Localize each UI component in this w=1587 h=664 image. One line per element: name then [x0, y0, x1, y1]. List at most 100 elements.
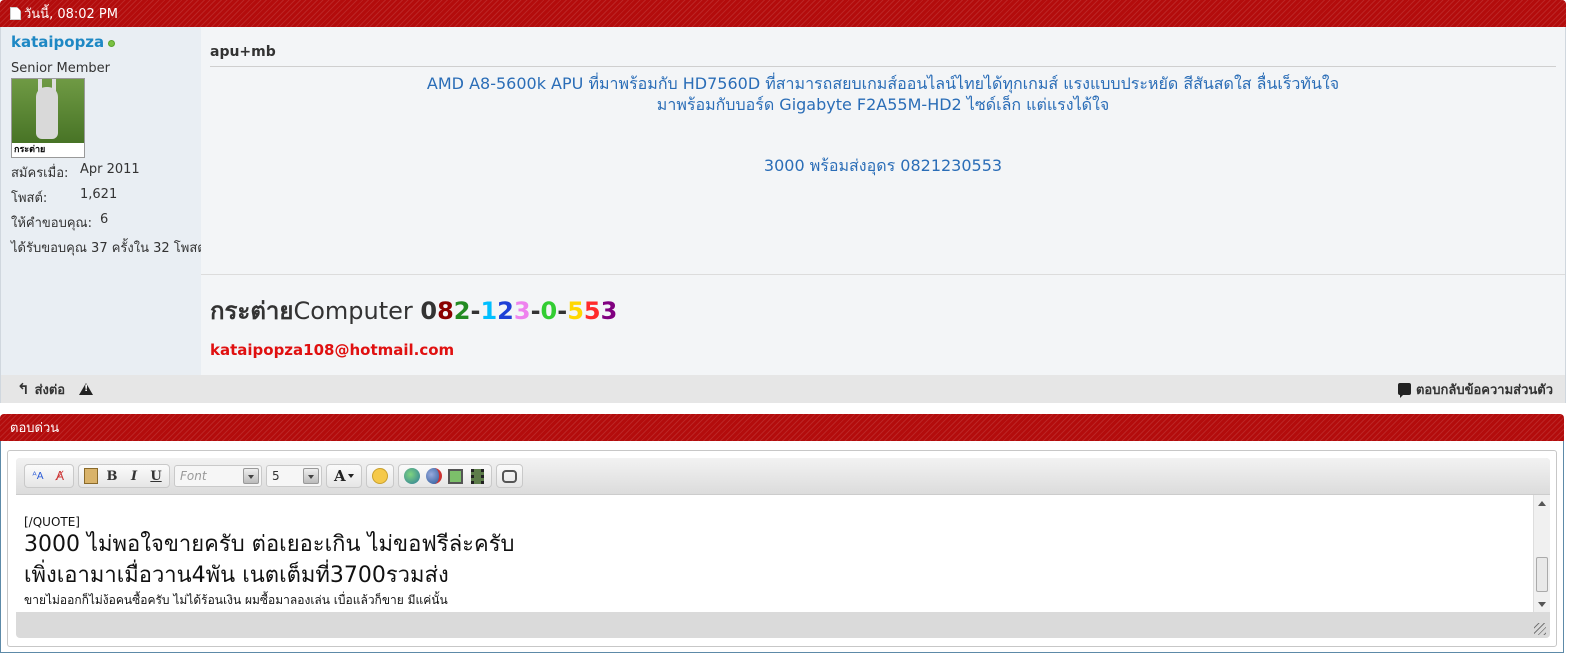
- forward-arrow-icon: ↰: [17, 380, 30, 398]
- scrollbar-thumb[interactable]: [1536, 557, 1548, 592]
- phone-digit: 5: [583, 297, 601, 325]
- signature-line: กระต่ายComputer 082-123-0-553: [210, 291, 617, 330]
- quick-reply-title: ตอบด่วน: [10, 421, 60, 436]
- document-icon: [10, 7, 21, 20]
- message-line: 3000 ไม่พอใจขายครับ ต่อเยอะเกิน ไม่ขอฟรี…: [24, 532, 515, 557]
- post-body: apu+mb AMD A8-5600k APU ที่มาพร้อมกับ HD…: [201, 27, 1565, 375]
- user-stat-row: สมัครเมื่อ: Apr 2011: [11, 162, 191, 183]
- phone-digit: -: [470, 297, 481, 325]
- resize-grip-icon[interactable]: [1534, 623, 1546, 635]
- quote-bubble-icon: [1397, 383, 1411, 398]
- bold-icon[interactable]: B: [102, 466, 122, 486]
- message-text: [/QUOTE] 3000 ไม่พอใจขายครับ ต่อเยอะเกิน…: [24, 515, 1524, 610]
- insert-image-icon[interactable]: [447, 468, 463, 484]
- user-stats: สมัครเมื่อ: Apr 2011 โพสต์: 1,621 ให้คำขอบคุ…: [11, 162, 191, 233]
- toolbar-group-color: A: [326, 464, 362, 488]
- user-stat-value: 1,621: [80, 187, 118, 202]
- font-select[interactable]: Font: [174, 465, 262, 487]
- post-date: วันนี้, 08:02 PM: [24, 7, 118, 22]
- user-stat-label: ให้คำขอบคุณ:: [11, 216, 92, 231]
- message-line: เพิ่งเอามาเมื่อวาน4พัน เนตเต็มที่3700รวม…: [24, 563, 449, 588]
- scrollbar[interactable]: [1533, 495, 1550, 612]
- post: kataipopza Senior Member กระต่าย สมัครเม…: [0, 27, 1566, 375]
- online-status-icon: [108, 40, 116, 47]
- post-title: apu+mb: [210, 44, 1556, 67]
- editor-toolbar: ᴬA A̸ B I U Font 5 A: [16, 458, 1550, 494]
- scroll-down-icon[interactable]: [1538, 602, 1546, 607]
- quick-reply-inner: ᴬA A̸ B I U Font 5 A [/QUOTE] 3000 ไม่พอ…: [7, 450, 1557, 647]
- phone-digit: 1: [480, 297, 498, 325]
- signature-brand: กระต่าย: [210, 297, 294, 325]
- size-select-value: 5: [272, 469, 280, 483]
- font-select-value: Font: [180, 469, 207, 483]
- size-select[interactable]: 5: [266, 465, 322, 487]
- post-footer: ↰ ส่งต่อ ตอบกลับข้อความส่วนตัว: [0, 375, 1566, 403]
- remove-format-icon[interactable]: A̸: [50, 466, 70, 486]
- forward-button[interactable]: ↰ ส่งต่อ: [17, 379, 65, 400]
- user-stat-label: สมัครเมื่อ:: [11, 166, 69, 181]
- toolbar-group-smiley: [365, 464, 394, 488]
- avatar-bunny: [36, 87, 58, 139]
- phone-digit: 2: [497, 297, 514, 325]
- reply-private-label: ตอบกลับข้อความส่วนตัว: [1415, 382, 1553, 398]
- quick-reply-header: ตอบด่วน: [0, 414, 1564, 441]
- thanks-received: ได้รับขอบคุณ 37 ครั้งใน 32 โพสต์: [11, 241, 206, 256]
- username-link[interactable]: kataipopza: [11, 33, 104, 51]
- phone-digit: 0: [420, 297, 438, 325]
- content-price: 3000 พร้อมส่งอุดร 0821230553: [763, 156, 1003, 175]
- scroll-up-icon[interactable]: [1538, 501, 1546, 506]
- toolbar-group-quote: [495, 464, 523, 488]
- avatar-banner: กระต่าย: [12, 143, 84, 157]
- caret-down-icon: [347, 474, 354, 478]
- quick-reply-box: ᴬA A̸ B I U Font 5 A [/QUOTE] 3000 ไม่พอ…: [0, 441, 1564, 653]
- user-stat-row: โพสต์: 1,621: [11, 187, 191, 208]
- message-line: [/QUOTE]: [24, 515, 80, 529]
- phone-digit: 0: [540, 297, 558, 325]
- user-stat-value: 6: [100, 212, 109, 227]
- phone-digit: 2: [453, 297, 471, 325]
- user-stat-label: โพสต์:: [11, 191, 48, 206]
- paste-icon[interactable]: [84, 468, 98, 484]
- chevron-down-icon: [243, 468, 259, 484]
- warning-icon: [79, 383, 94, 395]
- chevron-down-icon: [303, 468, 319, 484]
- phone-digit: 8: [437, 297, 454, 325]
- user-stat-row: ให้คำขอบคุณ: 6: [11, 212, 191, 233]
- phone-digit: 3: [600, 297, 618, 325]
- reply-private-button[interactable]: ตอบกลับข้อความส่วนตัว: [1397, 379, 1553, 400]
- content-line: มาพร้อมกับบอร์ด Gigabyte F2A55M-HD2 ไซด์…: [656, 95, 1110, 114]
- user-stat-value: Apr 2011: [80, 162, 140, 177]
- avatar[interactable]: กระต่าย: [11, 78, 85, 158]
- text-color-button[interactable]: A: [330, 467, 358, 485]
- phone-digit: 3: [513, 297, 531, 325]
- insert-link-icon[interactable]: [403, 468, 420, 484]
- forward-label: ส่งต่อ: [34, 382, 66, 398]
- editor: ᴬA A̸ B I U Font 5 A [/QUOTE] 3000 ไม่พอ…: [16, 458, 1550, 638]
- report-button[interactable]: [79, 383, 94, 395]
- toolbar-group-format: ᴬA A̸: [24, 464, 74, 488]
- user-title: Senior Member: [11, 61, 111, 76]
- message-textarea[interactable]: [/QUOTE] 3000 ไม่พอใจขายครับ ต่อเยอะเกิน…: [16, 494, 1550, 612]
- phone-digit: 5: [567, 297, 584, 325]
- signature-email[interactable]: kataipopza108@hotmail.com: [210, 341, 454, 359]
- post-header: วันนี้, 08:02 PM: [0, 0, 1566, 27]
- toolbar-group-style: B I U: [78, 464, 170, 488]
- post-content: AMD A8-5600k APU ที่มาพร้อมกับ HD7560D ท…: [210, 73, 1556, 176]
- smiley-icon[interactable]: [371, 468, 388, 484]
- phone-digit: -: [530, 297, 541, 325]
- content-line: AMD A8-5600k APU ที่มาพร้อมกับ HD7560D ท…: [426, 74, 1340, 93]
- signature-divider: [201, 274, 1565, 275]
- user-info: kataipopza Senior Member กระต่าย สมัครเม…: [1, 27, 206, 375]
- text-color-label: A: [334, 467, 346, 485]
- phone-digit: -: [557, 297, 568, 325]
- font-format-icon[interactable]: ᴬA: [28, 466, 48, 486]
- insert-quote-icon[interactable]: [501, 469, 517, 483]
- remove-link-icon[interactable]: [425, 468, 442, 484]
- italic-icon[interactable]: I: [124, 466, 144, 486]
- message-line: ขายไม่ออกก็ไม่ง้อคนซื้อครับ ไม่ได้ร้อนเง…: [24, 593, 448, 607]
- signature-brand-suffix: Computer: [293, 297, 413, 325]
- underline-icon[interactable]: U: [146, 466, 166, 486]
- signature-phone: 082-123-0-553: [420, 297, 617, 325]
- toolbar-group-insert: [397, 464, 492, 488]
- insert-video-icon[interactable]: [470, 468, 484, 484]
